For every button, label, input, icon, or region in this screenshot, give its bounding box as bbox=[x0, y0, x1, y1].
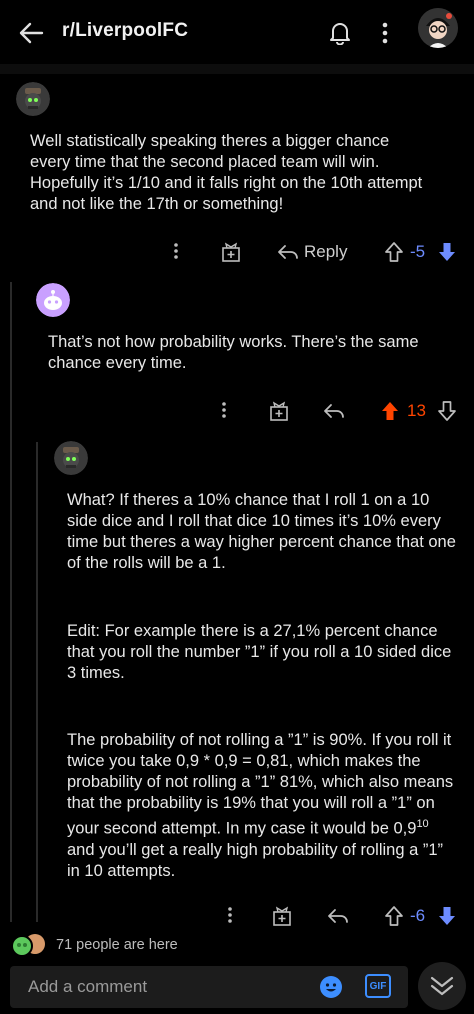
thread-line[interactable] bbox=[10, 282, 12, 922]
reply-icon[interactable] bbox=[326, 904, 350, 928]
upvote-icon[interactable] bbox=[379, 399, 401, 423]
more-vertical-icon[interactable] bbox=[168, 240, 184, 262]
comment-paragraph-text: and you’ll get a really high probability… bbox=[67, 840, 444, 880]
commenter-avatar[interactable] bbox=[16, 82, 50, 116]
presence-avatars bbox=[10, 932, 50, 958]
bell-icon[interactable] bbox=[326, 18, 354, 48]
award-icon[interactable] bbox=[267, 399, 291, 423]
reply-icon[interactable] bbox=[276, 240, 300, 264]
gif-label: GIF bbox=[369, 980, 387, 992]
commenter-avatar[interactable] bbox=[54, 441, 88, 475]
page-title: r/LiverpoolFC bbox=[62, 20, 189, 41]
comment-paragraph-text: The probability of not rolling a ”1” is … bbox=[67, 731, 454, 838]
score: 13 bbox=[407, 401, 426, 420]
award-icon[interactable] bbox=[219, 240, 243, 264]
comment-paragraph: What? If theres a 10% chance that I roll… bbox=[67, 491, 456, 572]
downvote-icon[interactable] bbox=[436, 904, 458, 928]
comment-text: That’s not how probability works. There’… bbox=[48, 333, 419, 372]
score: -5 bbox=[410, 242, 426, 261]
header-divider bbox=[0, 64, 474, 74]
user-avatar[interactable] bbox=[418, 8, 458, 48]
presence-text: 71 people are here bbox=[56, 937, 178, 953]
comment-paragraph: The probability of not rolling a ”1” is … bbox=[67, 730, 459, 882]
arrow-left-icon[interactable] bbox=[14, 18, 48, 48]
downvote-icon[interactable] bbox=[436, 240, 458, 264]
reply-icon[interactable] bbox=[322, 399, 346, 423]
more-vertical-icon[interactable] bbox=[222, 904, 238, 926]
upvote-icon[interactable] bbox=[383, 904, 405, 928]
thread-line[interactable] bbox=[36, 442, 38, 922]
score: -6 bbox=[410, 906, 426, 925]
comment-input-placeholder[interactable]: Add a comment bbox=[28, 977, 147, 997]
upvote-icon[interactable] bbox=[383, 240, 405, 264]
more-vertical-icon[interactable] bbox=[374, 18, 396, 48]
commenter-avatar[interactable] bbox=[36, 283, 70, 317]
more-vertical-icon[interactable] bbox=[216, 399, 232, 421]
gif-button[interactable]: GIF bbox=[365, 974, 391, 998]
emoji-icon[interactable] bbox=[318, 974, 344, 1000]
comment-text: Well statistically speaking theres a big… bbox=[30, 132, 423, 213]
comment-paragraph: Edit: For example there is a 27,1% perce… bbox=[67, 622, 452, 682]
superscript-exponent: 10 bbox=[416, 818, 429, 830]
award-icon[interactable] bbox=[270, 904, 294, 928]
downvote-icon[interactable] bbox=[436, 399, 458, 423]
chevron-double-down-icon[interactable] bbox=[418, 962, 466, 1010]
reply-button[interactable]: Reply bbox=[304, 242, 347, 262]
